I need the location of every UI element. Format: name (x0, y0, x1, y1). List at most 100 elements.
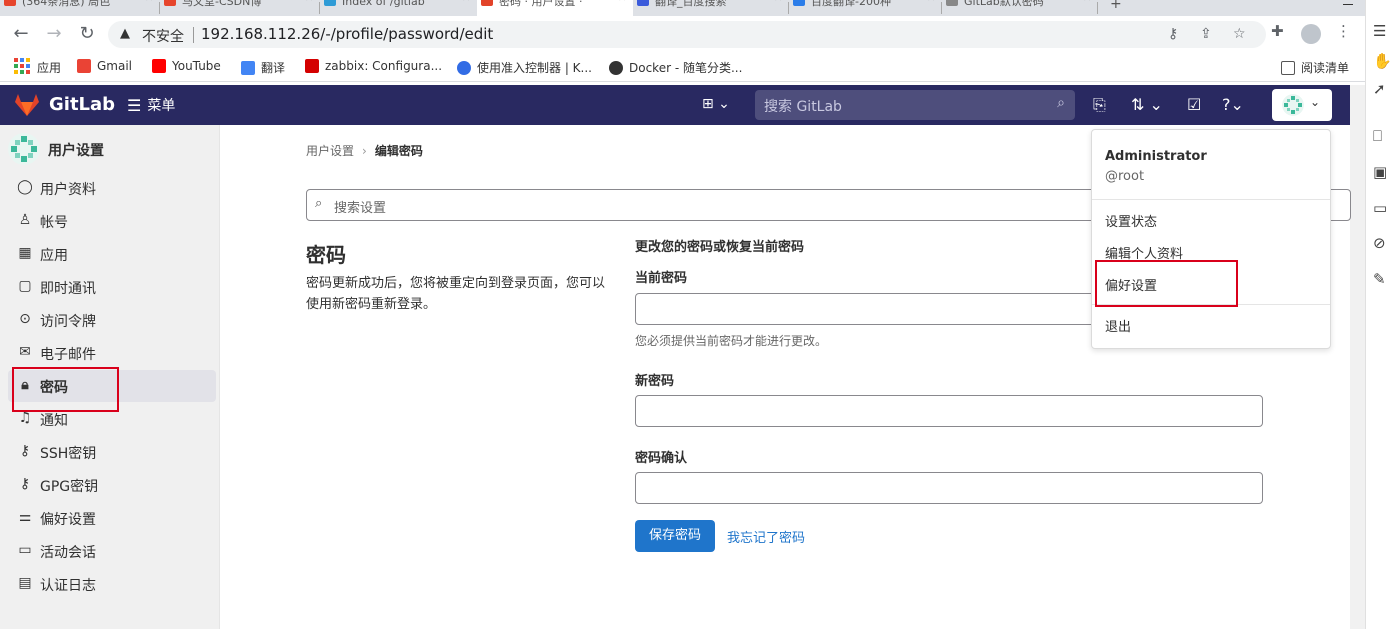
sidebar-item-applications[interactable]: ▦ 应用 (8, 238, 216, 270)
hand-tool-icon[interactable]: ✋ (1373, 52, 1392, 70)
new-tab-button[interactable]: + (1110, 0, 1122, 12)
current-password-label: 当前密码 (635, 271, 688, 286)
tab-title: GitLab默认密码 (964, 0, 1044, 8)
search-favicon-icon (946, 0, 958, 6)
form-heading: 更改您的密码或恢复当前密码 (635, 240, 805, 255)
user-handle[interactable]: @root (1105, 169, 1144, 184)
tab-title: 马文堂-CSDN博 (182, 0, 262, 8)
tab-title: 百度翻译-200种 (811, 0, 891, 8)
sidebar-item-access-tokens[interactable]: ⊙ 访问令牌 (8, 304, 216, 336)
apps-grid-icon[interactable] (14, 58, 30, 74)
sidebar-item-emails[interactable]: ✉ 电子邮件 (8, 337, 216, 369)
set-status-item[interactable]: 设置状态 (1105, 211, 1157, 230)
save-password-button[interactable]: 保存密码 (635, 520, 715, 552)
bookmark-icon[interactable]: ⎕ (1373, 127, 1382, 145)
gitlab-brand[interactable]: GitLab (49, 94, 115, 115)
search-placeholder: 搜索 GitLab (764, 99, 842, 115)
key-icon: ⚷ (19, 443, 31, 459)
comment-icon[interactable]: ▭ (1373, 199, 1387, 217)
user-name[interactable]: Administrator (1105, 149, 1207, 164)
menu-button[interactable]: ☰ 菜单 (127, 95, 175, 115)
bookmark-gmail[interactable]: Gmail (77, 59, 132, 73)
address-bar[interactable]: ▲ 不安全 192.168.112.26/-/profile/password/… (108, 21, 1266, 48)
tab-title: 翻译_百度搜索 (655, 0, 727, 8)
profile-icon: ◯ (17, 179, 33, 195)
cursor-icon[interactable]: ➚ (1373, 80, 1386, 98)
user-menu-button[interactable]: ⌄ (1272, 89, 1332, 121)
bookmarks-bar: 应用 Gmail YouTube 翻译 zabbix: Configura...… (0, 52, 1365, 82)
bookmark-star-icon[interactable]: ☆ (1233, 26, 1246, 42)
bookmark-kubernetes[interactable]: 使用准入控制器 | K... (457, 59, 592, 76)
new-password-field[interactable] (635, 395, 1263, 427)
issues-icon[interactable]: ⎘ (1093, 95, 1106, 115)
image-icon[interactable]: ▣ (1373, 163, 1387, 181)
browser-tab[interactable]: 翻译_百度搜索 ✕ (633, 0, 789, 16)
sidebar-item-auth-log[interactable]: ▤ 认证日志 (8, 568, 216, 600)
sidebar-item-gpg-keys[interactable]: ⚷ GPG密钥 (8, 469, 216, 501)
new-password-label: 新密码 (635, 374, 675, 389)
confirm-password-label: 密码确认 (635, 451, 688, 466)
extensions-puzzle-icon[interactable]: ✚ (1271, 22, 1284, 40)
sidebar-item-preferences[interactable]: ⚌ 偏好设置 (8, 502, 216, 534)
gitlab-favicon-icon (481, 0, 493, 6)
browser-tab-active[interactable]: 密码 · 用户设置 · ✕ (477, 0, 633, 16)
new-dropdown-button[interactable]: ⊞ ⌄ (702, 96, 730, 112)
breadcrumb-parent[interactable]: 用户设置 (306, 144, 354, 158)
forward-arrow-icon[interactable]: → (42, 22, 66, 46)
browser-menu-icon[interactable]: ⋮ (1336, 22, 1351, 40)
csdn-favicon-icon (164, 0, 176, 6)
browser-profile-avatar[interactable] (1301, 24, 1321, 44)
forgot-password-link[interactable]: 我忘记了密码 (727, 527, 805, 546)
insecure-label[interactable]: 不安全 (142, 26, 184, 46)
edit-icon[interactable]: ✎ (1373, 270, 1386, 288)
share-icon[interactable]: ⇪ (1200, 26, 1212, 42)
log-icon: ▤ (18, 575, 32, 591)
todos-icon[interactable]: ☑ (1187, 95, 1201, 114)
browser-tab[interactable]: 百度翻译-200种 ✕ (789, 0, 942, 16)
annotation-highlight-box (1095, 260, 1238, 307)
folder-favicon-icon (324, 0, 336, 6)
breadcrumb: 用户设置 › 编辑密码 (306, 142, 423, 159)
annotation-highlight-box (12, 367, 119, 412)
url-text[interactable]: 192.168.112.26/-/profile/password/edit (201, 25, 493, 43)
bookmark-apps[interactable]: 应用 (37, 59, 61, 76)
browser-tab[interactable]: (364条消息) 局色 ✕ (0, 0, 160, 16)
browser-toolbar: ← → ↻ ▲ 不安全 192.168.112.26/-/profile/pas… (0, 16, 1365, 52)
minimize-icon[interactable] (1343, 4, 1353, 5)
zabbix-icon (305, 59, 319, 73)
list-icon[interactable]: ☰ (1373, 22, 1386, 40)
bookmark-youtube[interactable]: YouTube (152, 59, 221, 73)
reading-list[interactable]: 阅读清单 (1281, 59, 1349, 76)
back-arrow-icon[interactable]: ← (9, 22, 33, 46)
sign-out-item[interactable]: 退出 (1105, 316, 1131, 335)
sidebar-item-ssh-keys[interactable]: ⚷ SSH密钥 (8, 436, 216, 468)
confirm-password-field[interactable] (635, 472, 1263, 504)
help-icon[interactable]: ?⌄ (1222, 95, 1244, 114)
tab-title: (364条消息) 局色 (22, 0, 111, 8)
browser-tab[interactable]: Index of /gitlab ✕ (320, 0, 477, 16)
sidebar-item-chat[interactable]: ▢ 即时通讯 (8, 271, 216, 303)
sidebar-item-active-sessions[interactable]: ▭ 活动会话 (8, 535, 216, 567)
sidebar-item-account[interactable]: ♙ 帐号 (8, 205, 216, 237)
page-scrollbar[interactable] (1350, 85, 1365, 629)
merge-requests-icon[interactable]: ⇅ ⌄ (1131, 95, 1163, 114)
sidebar-item-profile[interactable]: ◯ 用户资料 (8, 172, 216, 204)
user-avatar (8, 133, 40, 165)
gitlab-header: GitLab ☰ 菜单 ⊞ ⌄ 搜索 GitLab ⌕ ⎘ ⇅ ⌄ ☑ ?⌄ ⌄ (0, 85, 1350, 125)
user-dropdown-menu: Administrator @root 设置状态 编辑个人资料 偏好设置 退出 (1091, 129, 1331, 349)
applications-icon: ▦ (18, 245, 32, 261)
browser-tab[interactable]: 马文堂-CSDN博 ✕ (160, 0, 320, 16)
gitlab-search-input[interactable]: 搜索 GitLab ⌕ (755, 90, 1075, 120)
csdn-favicon-icon (4, 0, 16, 6)
gitlab-logo-icon[interactable] (14, 93, 40, 117)
bookmark-docker[interactable]: Docker - 随笔分类... (609, 59, 742, 76)
reload-icon[interactable]: ↻ (75, 22, 99, 46)
browser-tab[interactable]: GitLab默认密码 ✕ (942, 0, 1098, 16)
gmail-icon (77, 59, 91, 73)
tab-title: Index of /gitlab (342, 0, 425, 8)
bookmark-zabbix[interactable]: zabbix: Configura... (305, 59, 442, 73)
attachment-icon[interactable]: ⊘ (1373, 234, 1386, 252)
warning-icon[interactable]: ▲ (120, 26, 130, 41)
bookmark-translate[interactable]: 翻译 (241, 59, 285, 76)
key-icon[interactable]: ⚷ (1168, 26, 1178, 42)
